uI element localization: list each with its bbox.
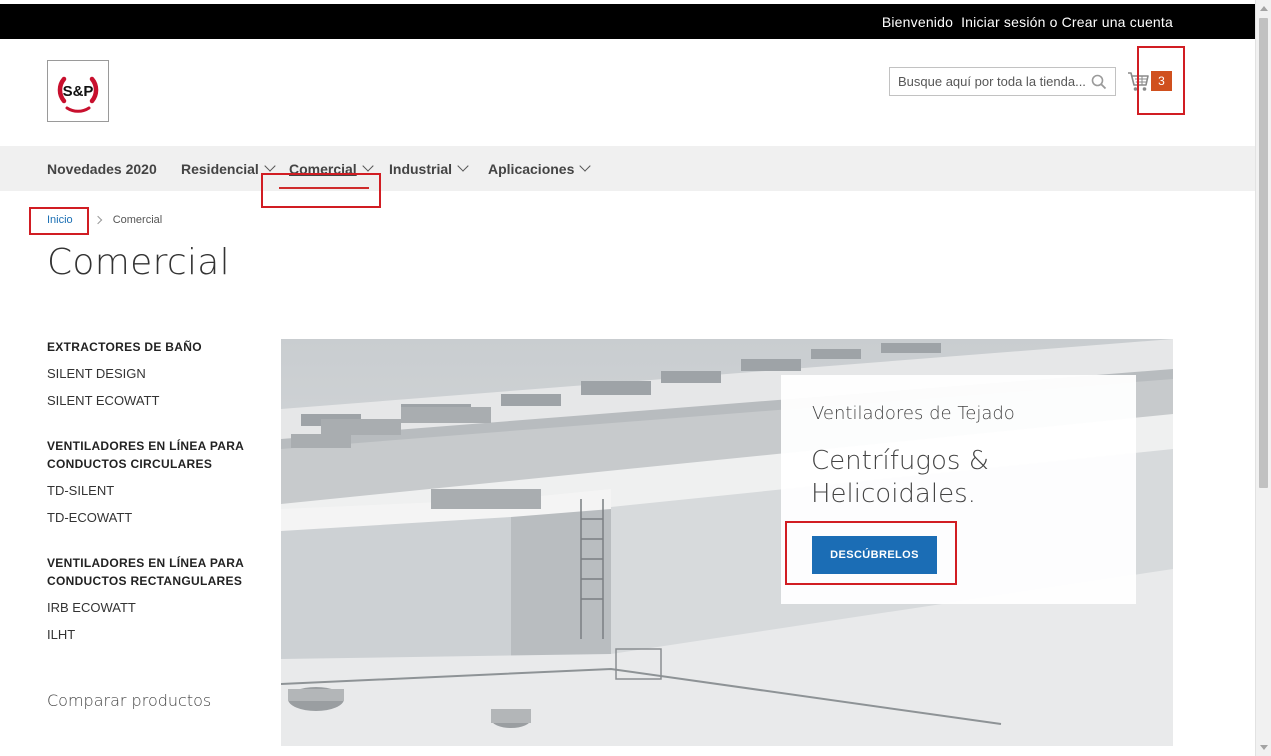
main-navigation: Novedades 2020 Residencial Comercial Ind…: [0, 146, 1255, 191]
annotation-box-button: [785, 521, 957, 585]
nav-item-aplicaciones[interactable]: Aplicaciones: [488, 146, 592, 191]
header-links: Bienvenido Iniciar sesión o Crear una cu…: [882, 4, 1173, 39]
page-title: Comercial: [47, 242, 230, 283]
login-link[interactable]: Iniciar sesión: [961, 14, 1046, 30]
breadcrumb-current: Comercial: [112, 214, 163, 226]
annotation-box-cart: [1137, 46, 1185, 115]
sidebar-item[interactable]: TD-SILENT: [47, 482, 267, 500]
sidebar-group: EXTRACTORES DE BAÑO SILENT DESIGN SILENT…: [47, 338, 267, 410]
sidebar-category-title[interactable]: VENTILADORES EN LÍNEA PARA CONDUCTOS CIR…: [47, 437, 267, 473]
sidebar-item[interactable]: ILHT: [47, 626, 267, 644]
scrollbar-thumb[interactable]: [1259, 18, 1268, 488]
create-account-link[interactable]: Crear una cuenta: [1062, 14, 1173, 30]
search-input[interactable]: [890, 68, 1088, 95]
category-sidebar: EXTRACTORES DE BAÑO SILENT DESIGN SILENT…: [47, 338, 267, 710]
chevron-down-icon: [264, 160, 276, 172]
search-icon[interactable]: [1091, 74, 1107, 90]
top-header-bar: Bienvenido Iniciar sesión o Crear una cu…: [0, 4, 1255, 39]
sidebar-item[interactable]: TD-ECOWATT: [47, 509, 267, 527]
nav-item-label: Novedades 2020: [47, 160, 157, 177]
nav-item-label: Aplicaciones: [488, 160, 575, 177]
compare-products-title: Comparar productos: [47, 691, 212, 710]
welcome-text: Bienvenido: [881, 13, 954, 30]
sidebar-item[interactable]: IRB ECOWATT: [47, 599, 267, 617]
promo-title: Centrífugos & Helicoidales.: [811, 446, 989, 509]
chevron-down-icon: [457, 160, 469, 172]
nav-item-label: Residencial: [181, 160, 259, 177]
vertical-scrollbar[interactable]: [1255, 0, 1271, 756]
logo-link[interactable]: S&P: [47, 60, 109, 122]
promo-subtitle: Ventiladores de Tejado: [812, 403, 1015, 424]
annotation-box-nav: [261, 173, 381, 208]
scroll-up-icon[interactable]: [1256, 0, 1271, 16]
chevron-down-icon: [579, 160, 592, 172]
chevron-down-icon: [362, 160, 374, 172]
annotation-underline: [279, 187, 369, 189]
sidebar-category-title[interactable]: EXTRACTORES DE BAÑO: [47, 338, 267, 356]
search-box[interactable]: [889, 67, 1116, 96]
chevron-right-icon: [93, 215, 102, 225]
nav-item-label: Industrial: [389, 160, 453, 177]
nav-item-industrial[interactable]: Industrial: [389, 146, 469, 191]
sidebar-group: VENTILADORES EN LÍNEA PARA CONDUCTOS REC…: [47, 554, 267, 644]
nav-item-novedades[interactable]: Novedades 2020: [47, 146, 157, 191]
sidebar-group: VENTILADORES EN LÍNEA PARA CONDUCTOS CIR…: [47, 437, 267, 527]
annotation-box-breadcrumb: [29, 207, 89, 235]
or-text: o: [1049, 13, 1058, 30]
sidebar-category-title[interactable]: VENTILADORES EN LÍNEA PARA CONDUCTOS REC…: [47, 554, 267, 590]
nav-item-residencial[interactable]: Residencial: [181, 146, 276, 191]
scroll-down-icon[interactable]: [1256, 740, 1271, 756]
sidebar-item[interactable]: SILENT ECOWATT: [47, 392, 267, 410]
sidebar-item[interactable]: SILENT DESIGN: [47, 365, 267, 383]
sp-logo-icon: S&P: [57, 76, 99, 113]
logo-text: S&P: [63, 83, 94, 100]
